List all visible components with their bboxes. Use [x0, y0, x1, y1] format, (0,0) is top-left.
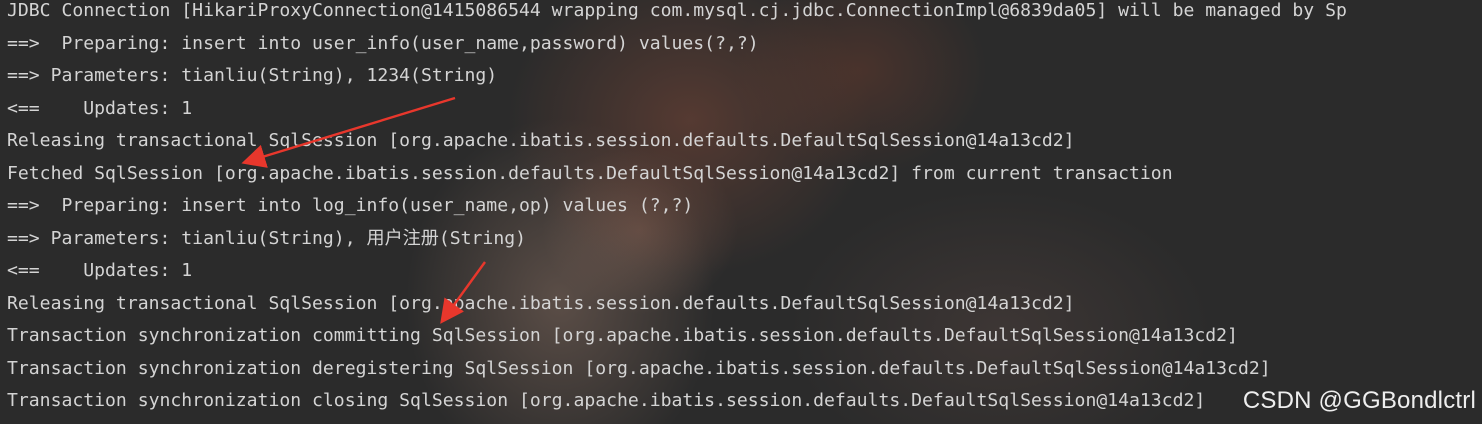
- console-output: JDBC Connection [HikariProxyConnection@1…: [0, 0, 1482, 424]
- watermark: CSDN @GGBondlctrl: [1242, 387, 1476, 414]
- annotation-arrow-fetched: [241, 96, 456, 168]
- annotation-arrow-committing: [440, 261, 486, 324]
- annotation-arrows: [241, 96, 486, 324]
